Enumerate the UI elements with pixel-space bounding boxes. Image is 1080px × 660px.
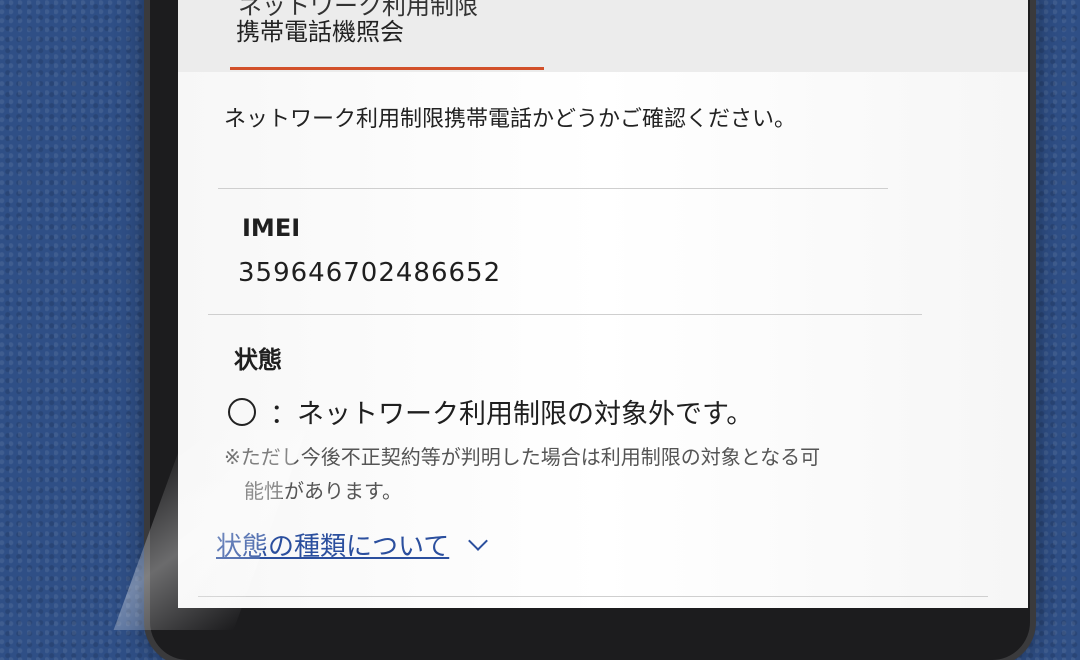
status-note-line1: ※ただし今後不正契約等が判明した場合は利用制限の対象となる可 xyxy=(224,445,821,469)
title-underline xyxy=(230,67,544,70)
divider xyxy=(218,188,888,189)
chevron-down-icon[interactable] xyxy=(468,530,489,551)
imei-value: 359646702486652 xyxy=(238,258,502,288)
divider xyxy=(208,314,922,315)
status-result: ：ネットワーク利用制限の対象外です。 xyxy=(228,392,753,431)
imei-label: IMEI xyxy=(242,214,301,242)
circle-icon xyxy=(228,397,256,426)
status-note: ※ただし今後不正契約等が判明した場合は利用制限の対象となる可 能性があります。 xyxy=(224,440,924,508)
intro-text: ネットワーク利用制限携帯電話かどうかご確認ください。 xyxy=(224,107,797,132)
page-title: 携帯電話機照会 xyxy=(236,18,404,46)
status-label: 状態 xyxy=(234,346,282,374)
status-text: ：ネットワーク利用制限の対象外です。 xyxy=(270,399,754,430)
divider xyxy=(198,596,988,597)
status-note-line2: 能性があります。 xyxy=(244,479,402,503)
phone-screen: ネットワーク利用制限 携帯電話機照会 ネットワーク利用制限携帯電話かどうかご確認… xyxy=(178,0,1028,608)
